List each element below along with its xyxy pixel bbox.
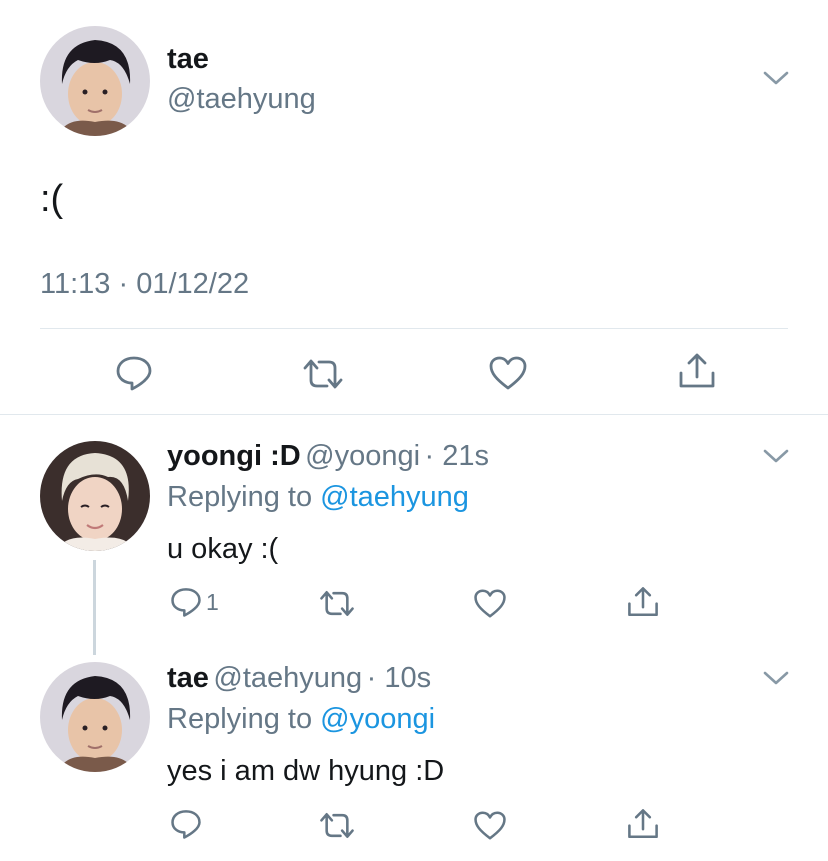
thread-line [93, 560, 96, 655]
chevron-down-icon[interactable] [762, 668, 790, 693]
reply-1-header: yoongi :D @yoongi · 21s [167, 440, 489, 473]
reply-1-handle[interactable]: @yoongi [305, 440, 420, 472]
reply-2-age[interactable]: · 10s [367, 662, 431, 694]
reply-1-replying-line: Replying to @taehyung [167, 481, 469, 514]
reply-2-header: tae @taehyung · 10s [167, 662, 431, 695]
replying-to-mention[interactable]: @yoongi [320, 703, 435, 735]
replying-to-mention[interactable]: @taehyung [320, 481, 469, 513]
heart-icon [489, 356, 527, 390]
reply-2-display-name[interactable]: tae [167, 662, 209, 694]
heart-icon [474, 589, 506, 618]
replying-to-label: Replying to [167, 481, 313, 513]
reply-icon [171, 588, 201, 617]
avatar-photo-icon [40, 662, 150, 772]
reply-2-like-button[interactable] [473, 810, 507, 841]
reply-2-share-button[interactable] [626, 807, 660, 841]
reply-icon [116, 356, 152, 391]
heart-icon [474, 811, 506, 840]
share-icon [628, 809, 658, 839]
retweet-icon [320, 591, 354, 616]
avatar-photo-icon [40, 26, 150, 136]
reply-2-replying-line: Replying to @yoongi [167, 703, 435, 736]
main-tweet-handle[interactable]: @taehyung [167, 83, 316, 116]
reply-2-reply-button[interactable] [170, 808, 202, 840]
reply-1-share-button[interactable] [626, 585, 660, 619]
reply-2-retweet-button[interactable] [318, 810, 356, 841]
reply-2-text: yes i am dw hyung :D [167, 755, 445, 787]
main-tweet-text: :( [40, 178, 64, 220]
share-icon [679, 353, 715, 388]
share-icon [628, 587, 658, 617]
main-tweet-display-name[interactable]: tae [167, 43, 209, 76]
reply-1-like-button[interactable] [473, 588, 507, 619]
retweet-icon [303, 359, 343, 389]
share-button[interactable] [677, 351, 717, 391]
chevron-down-icon[interactable] [762, 68, 790, 93]
reply-icon [171, 810, 201, 839]
avatar-photo-icon [40, 441, 150, 551]
like-button[interactable] [488, 355, 528, 391]
main-tweet-timestamp[interactable]: 11:13 · 01/12/22 [40, 268, 249, 301]
reply-1-retweet-button[interactable] [318, 588, 356, 619]
main-tweet-avatar[interactable] [40, 26, 150, 136]
chevron-down-icon[interactable] [762, 446, 790, 471]
reply-1-age[interactable]: · 21s [425, 440, 489, 472]
reply-1-reply-button[interactable]: 1 [170, 586, 219, 618]
section-divider [0, 414, 828, 415]
main-tweet-divider [40, 328, 788, 329]
reply-avatar-yoongi[interactable] [40, 441, 150, 551]
reply-button[interactable] [115, 354, 153, 392]
replying-to-label: Replying to [167, 703, 313, 735]
reply-1-display-name[interactable]: yoongi :D [167, 440, 301, 472]
reply-count: 1 [206, 588, 219, 615]
retweet-button[interactable] [301, 356, 345, 392]
reply-1-text: u okay :( [167, 533, 279, 565]
reply-2-handle[interactable]: @taehyung [213, 662, 362, 694]
retweet-icon [320, 813, 354, 838]
reply-avatar-tae[interactable] [40, 662, 150, 772]
